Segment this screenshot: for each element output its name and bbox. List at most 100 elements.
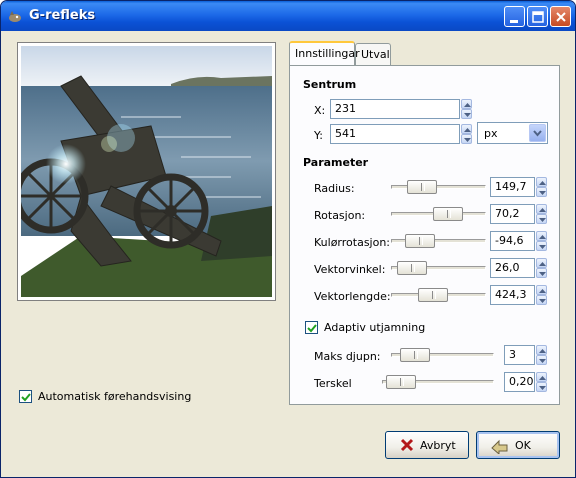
radius-spinner[interactable] [536,177,547,197]
auto-preview-checkbox[interactable] [19,390,32,403]
maximize-button[interactable] [527,6,548,27]
preview-photo [21,46,272,297]
terskel-spin-down[interactable] [536,382,547,392]
vektorlengde-spin-down[interactable] [536,295,547,305]
unit-select-value: px [484,127,498,140]
y-spin-up[interactable] [461,124,472,134]
chevron-up-icon [539,349,546,353]
vektorvinkel-label: Vektorvinkel: [314,263,386,276]
dialog-window: G-refleks Automatisk førehandsvising Inn… [0,0,576,478]
adaptive-checkbox[interactable] [305,321,318,334]
unit-select-button[interactable] [529,124,546,142]
chevron-up-icon [539,181,546,185]
close-icon [556,12,566,22]
chevron-up-icon [464,103,471,107]
rotasjon-spinner[interactable] [536,204,547,224]
vektorvinkel-spin-down[interactable] [536,268,547,278]
x-spin-down[interactable] [461,109,472,119]
vektorvinkel-input[interactable]: 26,0 [490,258,535,278]
gimp-icon [7,9,23,25]
radius-input[interactable]: 149,7 [490,177,535,197]
chevron-up-icon [539,376,546,380]
maks-djupn-spin-up[interactable] [536,345,547,355]
kulorrotasjon-input[interactable]: -94,6 [490,231,535,251]
kulorrotasjon-spin-up[interactable] [536,231,547,241]
close-button[interactable] [550,6,571,27]
radius-spin-up[interactable] [536,177,547,187]
chevron-up-icon [539,262,546,266]
terskel-spinner[interactable] [536,372,547,392]
minimize-icon [510,20,518,23]
title-bar[interactable]: G-refleks [1,1,575,31]
radius-slider-track[interactable] [391,185,486,189]
ok-button[interactable]: OK [476,431,560,459]
chevron-down-icon [464,113,471,117]
terskel-slider-thumb[interactable] [386,375,416,389]
chevron-down-icon [539,272,546,276]
tab-utval[interactable]: Utval [355,43,391,65]
chevron-down-icon [539,386,546,390]
y-input[interactable]: 541 [330,124,460,144]
chevron-up-icon [464,128,471,132]
chevron-down-icon [464,138,471,142]
vektorlengde-spin-up[interactable] [536,285,547,295]
vektorvinkel-slider-thumb[interactable] [397,261,427,275]
ok-button-label: OK [515,439,531,452]
ok-arrow-icon [491,439,508,454]
y-spin-down[interactable] [461,134,472,144]
y-spinner[interactable] [461,124,472,144]
unit-select[interactable]: px [477,122,548,144]
auto-preview-label: Automatisk førehandsvising [38,390,192,403]
chevron-down-icon [539,245,546,249]
rotasjon-spin-up[interactable] [536,204,547,214]
preview-image[interactable] [17,42,276,301]
rotasjon-input[interactable]: 70,2 [490,204,535,224]
vektorlengde-spinner[interactable] [536,285,547,305]
checkmark-icon [21,393,31,402]
kulorrotasjon-spin-down[interactable] [536,241,547,251]
chevron-up-icon [539,289,546,293]
maks-djupn-slider-thumb[interactable] [400,348,430,362]
checkmark-icon [307,324,317,333]
x-label: X: [314,104,326,117]
kulorrotasjon-slider-thumb[interactable] [405,234,435,248]
section-title-parameter: Parameter [303,156,369,169]
chevron-down-icon [539,359,546,363]
radius-label: Radius: [314,182,355,195]
vektorlengde-slider-thumb[interactable] [418,288,448,302]
close-icon [400,438,414,452]
kulorrotasjon-spinner[interactable] [536,231,547,251]
radius-slider-thumb[interactable] [407,180,437,194]
terskel-input[interactable]: 0,20 [504,372,535,392]
tab-innstillingar-label: Innstillingar [295,47,360,60]
chevron-up-icon [539,208,546,212]
maks-djupn-spin-down[interactable] [536,355,547,365]
terskel-label: Terskel [314,377,352,390]
rotasjon-slider-thumb[interactable] [433,207,463,221]
terskel-spin-up[interactable] [536,372,547,382]
x-input[interactable]: 231 [330,99,460,119]
vektorvinkel-spinner[interactable] [536,258,547,278]
maximize-icon [532,11,544,23]
cancel-button[interactable]: Avbryt [385,431,469,459]
maks-djupn-label: Maks djupn: [314,350,381,363]
chevron-up-icon [539,235,546,239]
tab-innstillingar[interactable]: Innstillingar [289,41,360,65]
settings-panel: Sentrum X: 231 Y: 541 px Parameter Radiu… [289,65,560,405]
cancel-button-label: Avbryt [420,439,456,452]
vektorvinkel-spin-up[interactable] [536,258,547,268]
dialog-body: Automatisk førehandsvising Innstillingar… [4,31,572,475]
chevron-down-icon [539,218,546,222]
maks-djupn-spinner[interactable] [536,345,547,365]
x-spin-up[interactable] [461,99,472,109]
y-label: Y: [314,129,323,142]
minimize-button[interactable] [504,6,525,27]
rotasjon-spin-down[interactable] [536,214,547,224]
x-spinner[interactable] [461,99,472,119]
radius-spin-down[interactable] [536,187,547,197]
vektorlengde-input[interactable]: 424,3 [490,285,535,305]
maks-djupn-input[interactable]: 3 [504,345,535,365]
rotasjon-label: Rotasjon: [314,209,366,222]
tab-utval-label: Utval [361,48,390,61]
kulorrotasjon-label: Kulørrotasjon: [314,236,391,249]
